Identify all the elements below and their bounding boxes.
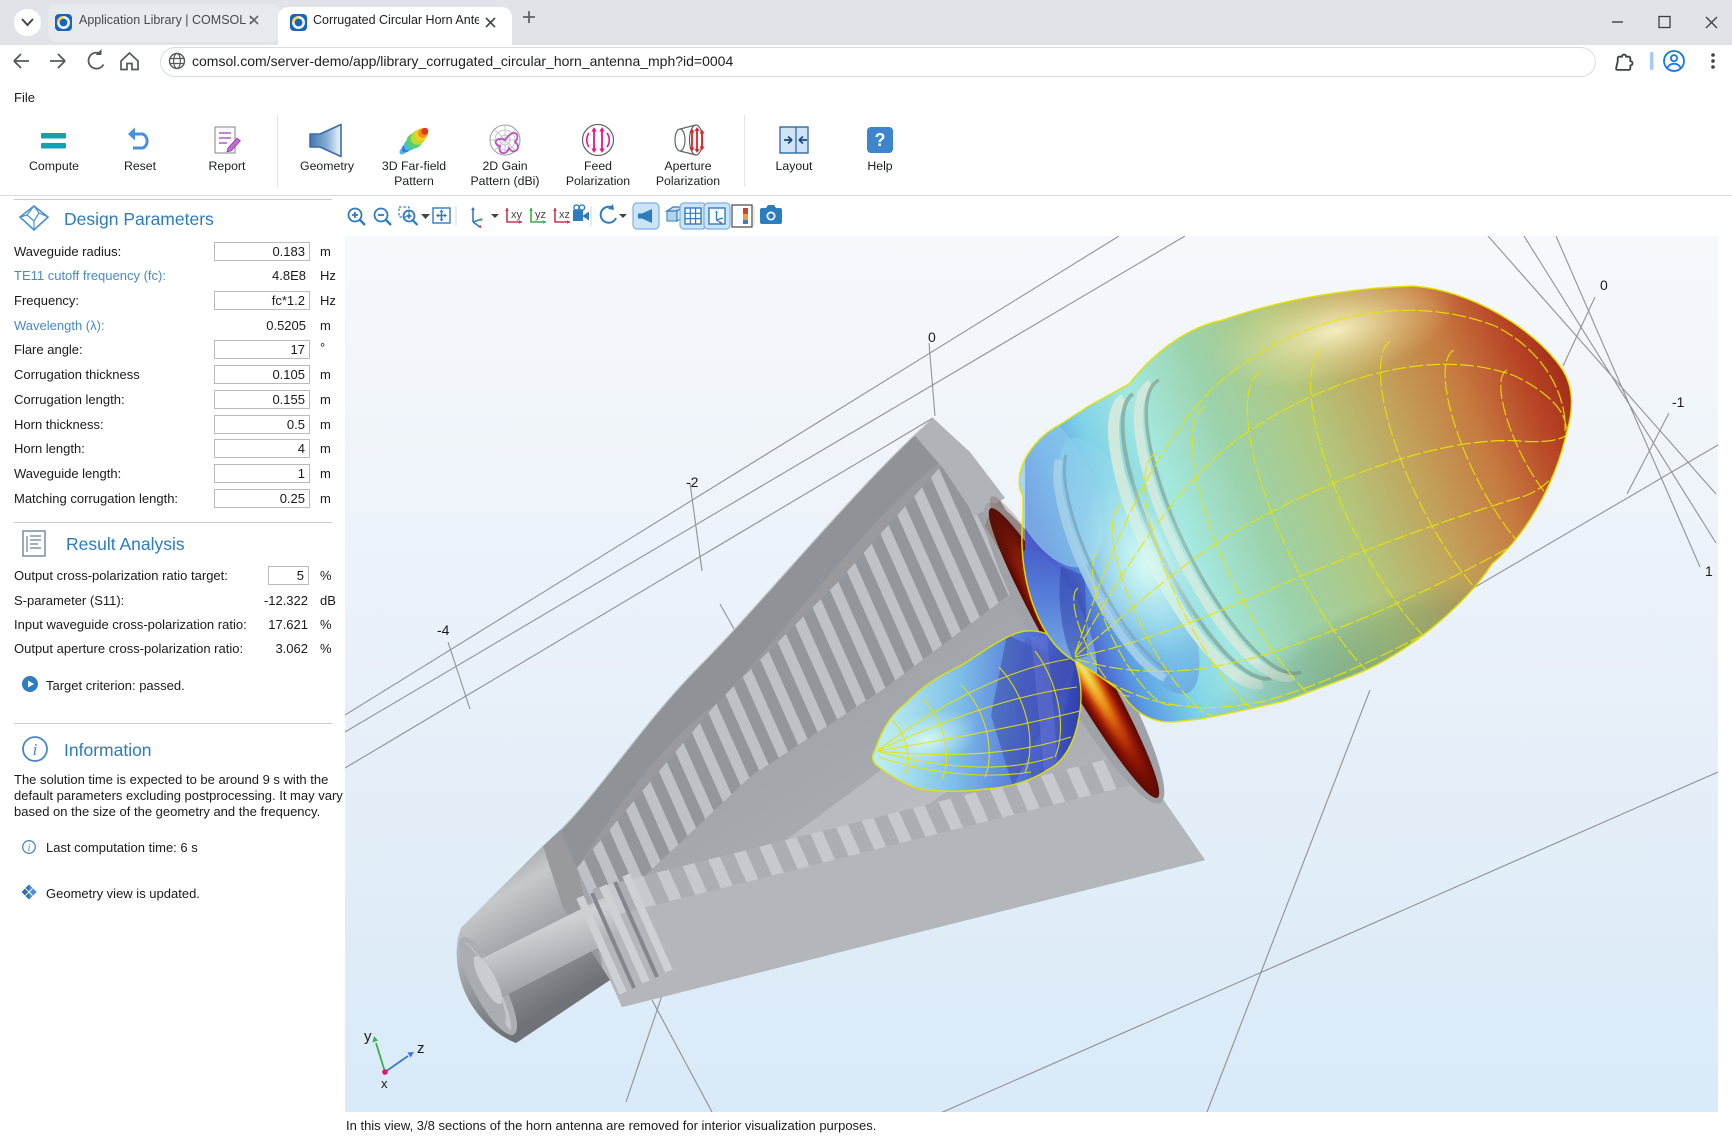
svg-text:1: 1 xyxy=(1705,563,1713,579)
svg-text:z: z xyxy=(417,1040,425,1057)
svg-text:y: y xyxy=(364,1028,372,1045)
svg-text:yz: yz xyxy=(535,209,546,221)
svg-text:-4: -4 xyxy=(437,622,450,638)
svg-text:-1: -1 xyxy=(1672,394,1685,410)
svg-text:xz: xz xyxy=(559,209,570,221)
svg-text:i: i xyxy=(33,740,38,759)
svg-text:-2: -2 xyxy=(686,474,699,490)
svg-text:i: i xyxy=(28,843,31,854)
svg-text:xy: xy xyxy=(511,209,523,221)
svg-text:x: x xyxy=(381,1076,388,1091)
svg-text:0: 0 xyxy=(1600,277,1608,293)
svg-text:0: 0 xyxy=(928,329,936,345)
